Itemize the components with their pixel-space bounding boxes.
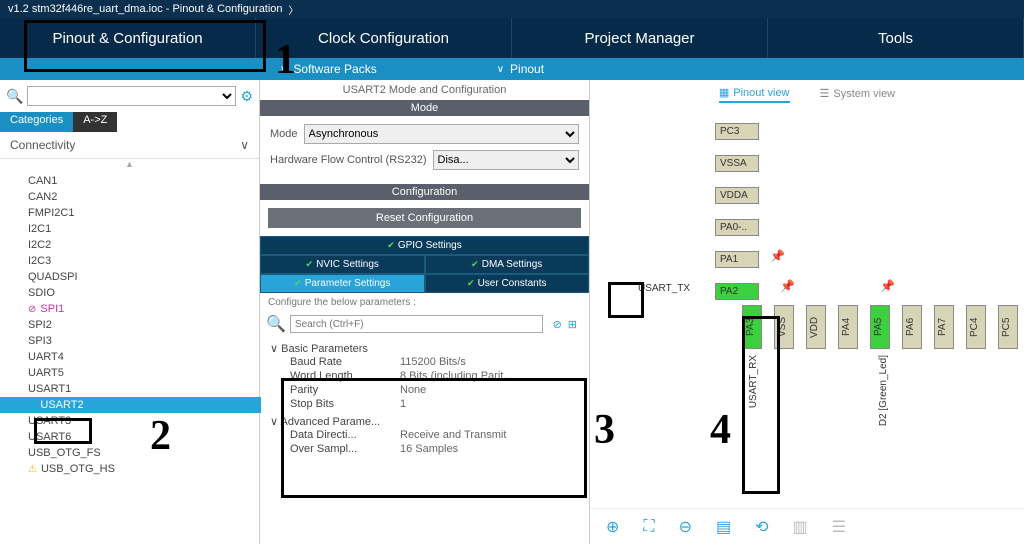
peripheral-panel: 🔍 ⚙ Categories A->Z Connectivity∨ ▲ CAN1… bbox=[0, 80, 260, 544]
pin-PC4[interactable]: PC4 bbox=[966, 305, 986, 349]
periph-spi3[interactable]: SPI3 bbox=[28, 333, 259, 349]
param-row[interactable]: Data Directi...Receive and Transmit bbox=[270, 428, 579, 442]
periph-usart6[interactable]: USART6 bbox=[28, 429, 259, 445]
periph-fmpi2c1[interactable]: FMPI2C1 bbox=[28, 205, 259, 221]
pin-VSSA[interactable]: VSSA bbox=[715, 155, 759, 172]
fit-icon[interactable]: ⛶ bbox=[643, 518, 654, 536]
pin-PA4[interactable]: PA4 bbox=[838, 305, 858, 349]
sub-dropdowns: ∨Software Packs ∨Pinout bbox=[0, 58, 1024, 80]
tab-tools[interactable]: Tools bbox=[768, 18, 1024, 58]
tab-project-manager[interactable]: Project Manager bbox=[512, 18, 768, 58]
layers-icon[interactable]: ▤ bbox=[716, 517, 731, 537]
gear-icon[interactable]: ⚙ bbox=[240, 88, 253, 105]
titlebar-text: v1.2 stm32f446re_uart_dma.ioc - Pinout &… bbox=[8, 3, 283, 15]
chip-canvas[interactable]: STM32F44 LQFP PC3VSSAVDDAPA0-..PA1PA2 PA… bbox=[590, 109, 1024, 544]
pin-PC3[interactable]: PC3 bbox=[715, 123, 759, 140]
periph-quadspi[interactable]: QUADSPI bbox=[28, 269, 259, 285]
config-section-header: Configuration bbox=[260, 184, 589, 200]
rotate-icon[interactable]: ⟲ bbox=[755, 517, 768, 537]
expand-icon[interactable]: ⊞ bbox=[568, 318, 577, 331]
system-view-tab[interactable]: ☰System view bbox=[820, 86, 896, 103]
param-row[interactable]: Stop Bits1 bbox=[270, 397, 579, 411]
periph-usb_otg_fs[interactable]: USB_OTG_FS bbox=[28, 445, 259, 461]
pinout-toolbar: ⊕ ⛶ ⊖ ▤ ⟲ ▥ ☰ bbox=[590, 508, 1024, 544]
pin-VDD[interactable]: VDD bbox=[806, 305, 826, 349]
peripheral-search-select[interactable] bbox=[27, 86, 236, 106]
param-search-icon[interactable]: 🔍 bbox=[266, 314, 286, 334]
main-tabs: Pinout & Configuration Clock Configurati… bbox=[0, 18, 1024, 58]
tab-user-constants[interactable]: ✔User Constants bbox=[425, 274, 590, 293]
pinout-dropdown[interactable]: ∨Pinout bbox=[477, 58, 564, 80]
mode-section-header: Mode bbox=[260, 100, 589, 116]
peripheral-list: CAN1CAN2FMPI2C1I2C1I2C2I2C3QUADSPISDIO⊘S… bbox=[0, 169, 259, 481]
pin-label-green-led: D2 [Green_Led] bbox=[878, 355, 889, 426]
software-packs-dropdown[interactable]: ∨Software Packs bbox=[260, 58, 397, 80]
pin-PA3[interactable]: PA3 bbox=[742, 305, 762, 349]
param-row[interactable]: Word Length8 Bits (including Parit... bbox=[270, 369, 579, 383]
hw-flow-label: Hardware Flow Control (RS232) bbox=[270, 154, 427, 166]
pin-PA1[interactable]: PA1 bbox=[715, 251, 759, 268]
list-icon: ☰ bbox=[820, 87, 830, 100]
pushpin-icon: 📌 bbox=[880, 279, 895, 293]
search-icon[interactable]: 🔍 bbox=[6, 88, 23, 105]
periph-uart4[interactable]: UART4 bbox=[28, 349, 259, 365]
hw-flow-select[interactable]: Disa... bbox=[433, 150, 580, 170]
param-row[interactable]: Baud Rate115200 Bits/s bbox=[270, 355, 579, 369]
periph-uart5[interactable]: UART5 bbox=[28, 365, 259, 381]
periph-spi2[interactable]: SPI2 bbox=[28, 317, 259, 333]
config-title: USART2 Mode and Configuration bbox=[260, 80, 589, 100]
periph-i2c3[interactable]: I2C3 bbox=[28, 253, 259, 269]
tab-clock-config[interactable]: Clock Configuration bbox=[256, 18, 512, 58]
advanced-params-group[interactable]: ∨ Advanced Parame... bbox=[270, 415, 579, 428]
periph-sdio[interactable]: SDIO bbox=[28, 285, 259, 301]
az-tab[interactable]: A->Z bbox=[73, 112, 117, 132]
periph-spi1[interactable]: ⊘SPI1 bbox=[28, 301, 259, 317]
param-row[interactable]: ParityNone bbox=[270, 383, 579, 397]
mode-label: Mode bbox=[270, 128, 298, 140]
tab-parameter-settings[interactable]: ✔Parameter Settings bbox=[260, 274, 425, 293]
pin-PA0-..[interactable]: PA0-.. bbox=[715, 219, 759, 236]
periph-usart1[interactable]: USART1 bbox=[28, 381, 259, 397]
param-row[interactable]: Over Sampl...16 Samples bbox=[270, 442, 579, 456]
periph-usart2[interactable]: ✔USART2 bbox=[0, 397, 261, 413]
periph-can2[interactable]: CAN2 bbox=[28, 189, 259, 205]
pin-PA7[interactable]: PA7 bbox=[934, 305, 954, 349]
periph-i2c1[interactable]: I2C1 bbox=[28, 221, 259, 237]
pin-PA2[interactable]: PA2 bbox=[715, 283, 759, 300]
configure-hint: Configure the below parameters : bbox=[260, 293, 589, 312]
pin-VSS[interactable]: VSS bbox=[774, 305, 794, 349]
param-search-input[interactable] bbox=[290, 315, 543, 333]
titlebar: v1.2 stm32f446re_uart_dma.ioc - Pinout &… bbox=[0, 0, 1024, 18]
pin-PA5[interactable]: PA5 bbox=[870, 305, 890, 349]
tab-dma-settings[interactable]: ✔DMA Settings bbox=[425, 255, 590, 274]
pushpin-icon: 📌 bbox=[770, 249, 785, 263]
tab-nvic-settings[interactable]: ✔NVIC Settings bbox=[260, 255, 425, 274]
pushpin-icon: 📌 bbox=[780, 279, 795, 293]
chip-icon: ▦ bbox=[719, 86, 729, 99]
config-panel: USART2 Mode and Configuration Mode Mode … bbox=[260, 80, 590, 544]
tab-pinout-config[interactable]: Pinout & Configuration bbox=[0, 18, 256, 58]
pin-PA6[interactable]: PA6 bbox=[902, 305, 922, 349]
zoom-out-icon[interactable]: ⊖ bbox=[679, 517, 692, 537]
mode-select[interactable]: Asynchronous bbox=[304, 124, 579, 144]
periph-usb_otg_hs[interactable]: ⚠USB_OTG_HS bbox=[28, 461, 259, 477]
menu-icon[interactable]: ☰ bbox=[832, 517, 846, 537]
tab-gpio-settings[interactable]: ✔GPIO Settings bbox=[260, 236, 589, 255]
pin-label-usart-tx: USART_TX bbox=[638, 283, 690, 294]
categories-tab[interactable]: Categories bbox=[0, 112, 73, 132]
pinout-view-tab[interactable]: ▦Pinout view bbox=[719, 86, 790, 103]
periph-can1[interactable]: CAN1 bbox=[28, 173, 259, 189]
grid-icon[interactable]: ▥ bbox=[793, 517, 808, 537]
zoom-in-icon[interactable]: ⊕ bbox=[606, 517, 619, 537]
reset-config-button[interactable]: Reset Configuration bbox=[268, 208, 581, 228]
category-connectivity[interactable]: Connectivity∨ bbox=[0, 132, 259, 159]
pinout-panel: ▦Pinout view ☰System view STM32F44 LQFP … bbox=[590, 80, 1024, 544]
basic-params-group[interactable]: ∨ Basic Parameters bbox=[270, 342, 579, 355]
pin-VDDA[interactable]: VDDA bbox=[715, 187, 759, 204]
sort-icon[interactable]: ⊘ bbox=[553, 318, 562, 331]
periph-usart3[interactable]: USART3 bbox=[28, 413, 259, 429]
pin-PC5[interactable]: PC5 bbox=[998, 305, 1018, 349]
periph-i2c2[interactable]: I2C2 bbox=[28, 237, 259, 253]
pin-label-usart-rx: USART_RX bbox=[748, 355, 759, 408]
